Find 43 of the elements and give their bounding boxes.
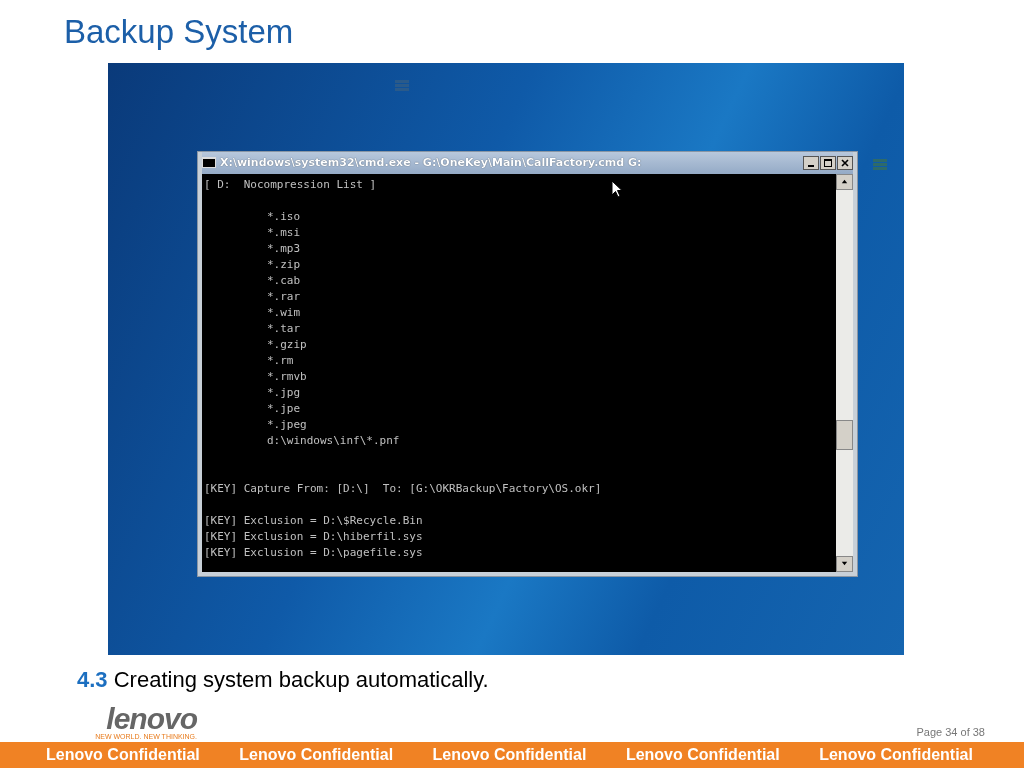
close-button[interactable] <box>837 155 853 170</box>
console-line: *.cab <box>266 272 301 289</box>
footer-label: Lenovo Confidential <box>239 746 394 765</box>
caption: 4.3 Creating system backup automatically. <box>76 666 490 695</box>
console-line: [KEY] Capture From: [D:\] To: [G:\OKRBackup\Factory\OS.okr] <box>204 480 602 497</box>
slide-title: Backup System <box>64 14 294 48</box>
mouse-pointer-icon <box>611 179 623 198</box>
down-arrow-icon <box>840 559 849 568</box>
console-line: *.zip <box>266 256 301 273</box>
console-line: [ D: Nocompression List ] <box>204 176 377 193</box>
window-title: X:\windows\system32\cmd.exe - G:\OneKey\Main\CallFactory.cmd G: <box>220 156 643 169</box>
console-line: *.jpeg <box>266 416 307 433</box>
console-line: [KEY] Exclusion = D:\hiberfil.sys <box>204 528 423 545</box>
footer-label: Lenovo Confidential <box>625 746 780 765</box>
close-icon <box>840 157 850 168</box>
maximize-icon <box>823 157 833 168</box>
console-line: *.iso <box>266 208 301 225</box>
console-line: *.mp3 <box>266 240 301 257</box>
console-line: [KEY] Exclusion = D:\pagefile.sys <box>204 544 423 561</box>
console-line: *.rm <box>266 352 294 369</box>
page-number: Page 34 of 38 <box>916 726 985 739</box>
console-line: *.msi <box>266 224 301 241</box>
console-line: [KEY] Exclusion = D:\$Recycle.Bin <box>204 512 423 529</box>
console-line: *.rmvb <box>266 368 307 385</box>
footer-label: Lenovo Confidential <box>46 746 200 765</box>
console-icon <box>202 157 216 168</box>
scrollbar[interactable] <box>836 173 853 572</box>
maximize-button[interactable] <box>820 155 836 170</box>
footer-label: Lenovo Confidential <box>432 746 587 765</box>
console-line: *.tar <box>266 320 301 337</box>
minimize-button[interactable] <box>803 155 819 170</box>
console-line: *.gzip <box>266 336 307 353</box>
scroll-down-button[interactable] <box>836 555 853 572</box>
up-arrow-icon <box>840 177 849 186</box>
console-line: *.rar <box>266 288 301 305</box>
console-line: *.wim <box>266 304 301 321</box>
logo-wordmark: lenovo <box>106 706 197 733</box>
console-line: *.jpg <box>266 384 301 401</box>
footer-label: Lenovo Confidential <box>819 746 973 765</box>
console-line: d:\windows\inf\*.pnf <box>266 432 400 449</box>
console-line: *.jpe <box>266 400 301 417</box>
scroll-thumb[interactable] <box>836 419 853 450</box>
minimize-icon <box>808 164 814 167</box>
